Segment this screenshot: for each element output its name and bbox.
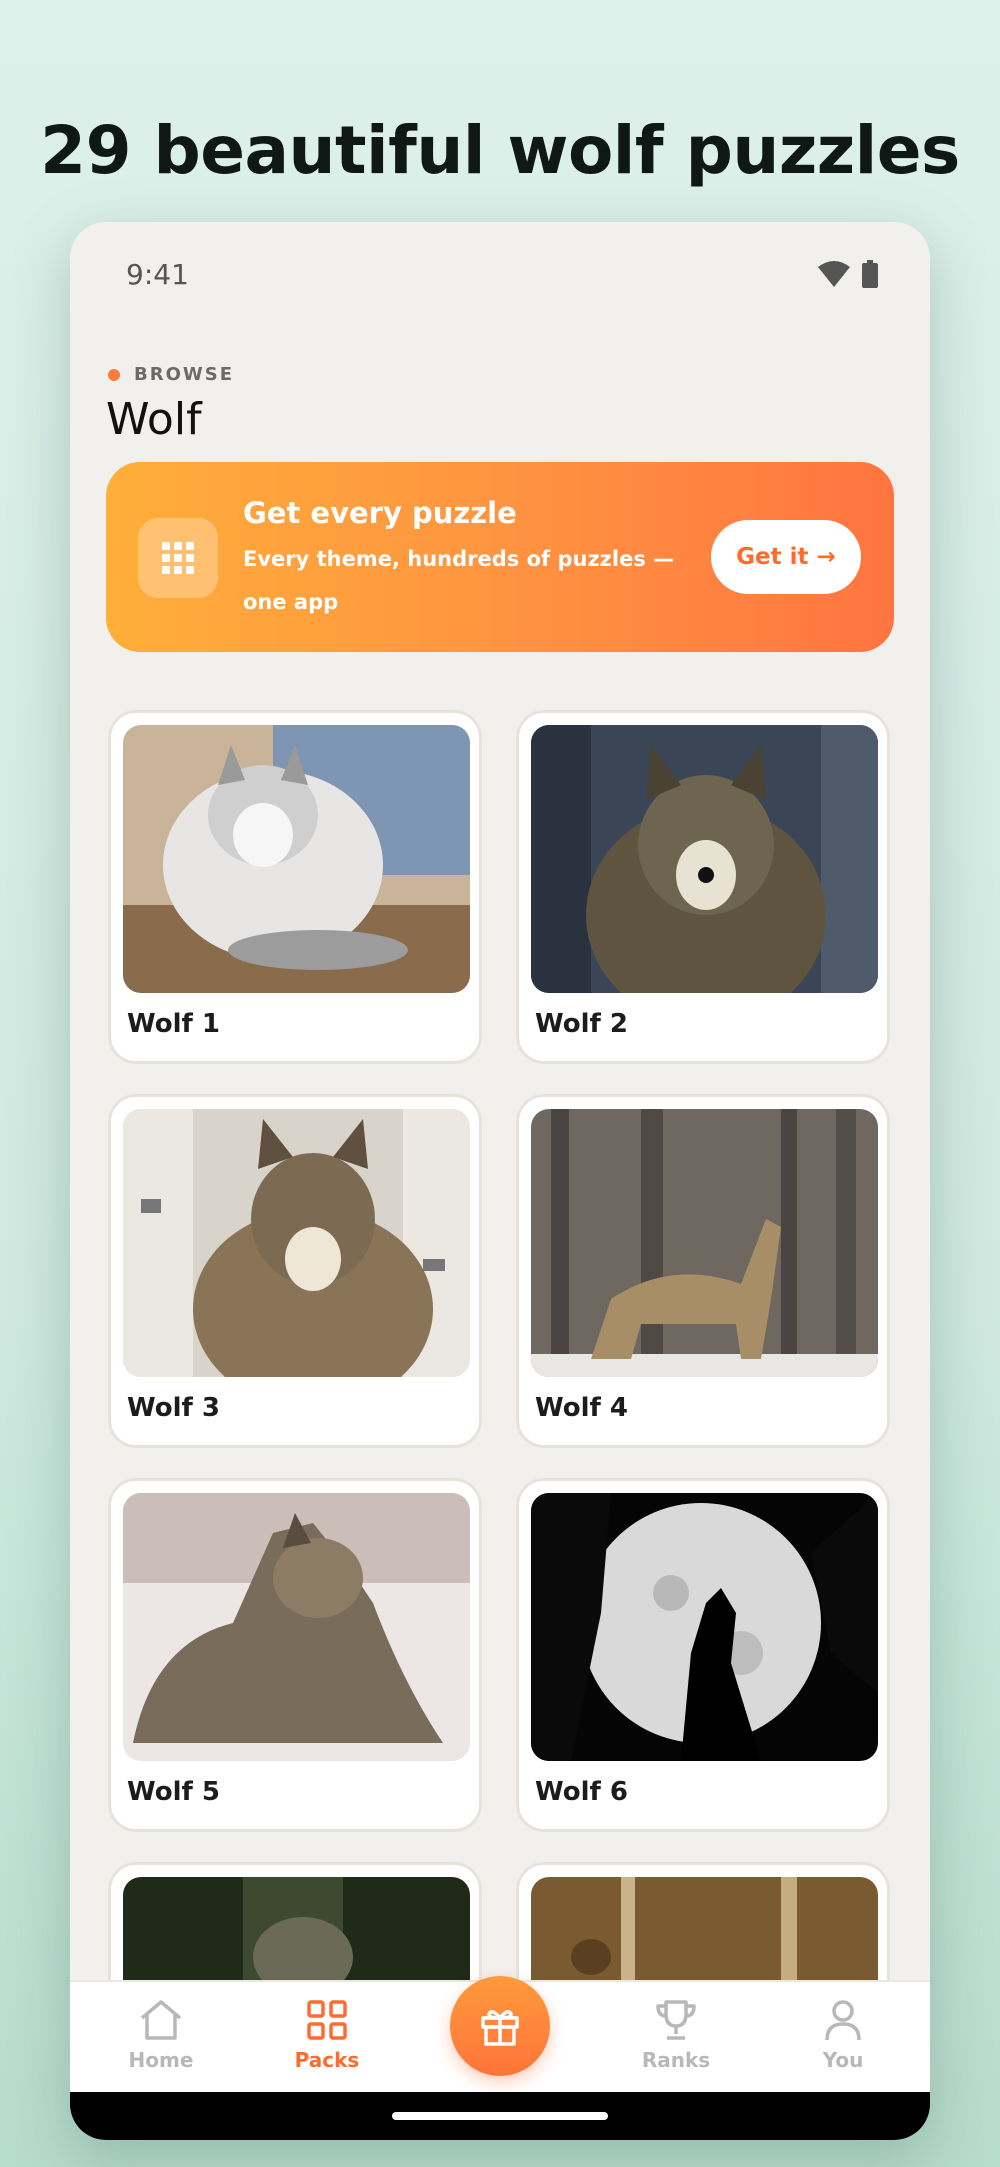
battery-icon (862, 260, 878, 288)
packs-icon (307, 2000, 347, 2040)
bottom-nav: Home Packs Ranks You (70, 1976, 930, 2092)
section-eyebrow: BROWSE (108, 364, 234, 385)
user-icon (825, 2000, 861, 2041)
gift-icon (481, 2010, 519, 2046)
gift-button[interactable] (450, 1976, 550, 2076)
home-indicator[interactable] (392, 2112, 608, 2120)
nav-home[interactable]: Home (96, 1998, 226, 2072)
puzzle-thumbnail (123, 725, 470, 993)
puzzle-card-wolf-1[interactable]: Wolf 1 (108, 710, 482, 1064)
puzzle-label: Wolf 2 (535, 1009, 628, 1039)
grid-icon (138, 518, 218, 598)
puzzle-card-wolf-2[interactable]: Wolf 2 (516, 710, 890, 1064)
puzzle-label: Wolf 5 (127, 1777, 220, 1807)
trophy-icon (656, 2000, 696, 2040)
puzzle-label: Wolf 1 (127, 1009, 220, 1039)
puzzle-card-wolf-4[interactable]: Wolf 4 (516, 1094, 890, 1448)
status-icons (818, 260, 878, 288)
puzzle-card-wolf-5[interactable]: Wolf 5 (108, 1478, 482, 1832)
nav-you-label: You (822, 2048, 864, 2072)
home-icon (140, 2000, 182, 2040)
nav-you[interactable]: You (778, 1998, 908, 2072)
puzzle-card-wolf-3[interactable]: Wolf 3 (108, 1094, 482, 1448)
puzzle-label: Wolf 6 (535, 1777, 628, 1807)
promo-banner[interactable]: Get every puzzle Every theme, hundreds o… (106, 462, 894, 652)
phone-screen: 9:41 BROWSE Wolf Get every puzzle Every … (70, 222, 930, 2140)
promo-subtitle: Every theme, hundreds of puzzles — one a… (243, 547, 675, 614)
eyebrow-dot (108, 368, 120, 381)
page-title: Wolf (106, 394, 202, 445)
eyebrow-label: BROWSE (134, 364, 234, 385)
headline: 29 beautiful wolf puzzles (40, 112, 960, 189)
puzzle-thumbnail (531, 1493, 878, 1761)
promo-title: Get every puzzle (243, 496, 517, 530)
wifi-icon (818, 261, 850, 287)
system-gesture-bar (70, 2092, 930, 2140)
puzzle-label: Wolf 3 (127, 1393, 220, 1423)
nav-packs[interactable]: Packs (262, 1998, 392, 2072)
puzzle-thumbnail (531, 1109, 878, 1377)
status-time: 9:41 (126, 258, 189, 291)
nav-home-label: Home (128, 2048, 194, 2072)
puzzle-thumbnail (123, 1493, 470, 1761)
nav-ranks[interactable]: Ranks (611, 1998, 741, 2072)
puzzle-label: Wolf 4 (535, 1393, 628, 1423)
get-it-label: Get it → (736, 544, 836, 570)
puzzle-thumbnail (531, 725, 878, 993)
nav-ranks-label: Ranks (641, 2048, 711, 2072)
get-it-button[interactable]: Get it → (711, 520, 861, 594)
puzzle-thumbnail (123, 1109, 470, 1377)
nav-packs-label: Packs (294, 2048, 360, 2072)
puzzle-card-wolf-6[interactable]: Wolf 6 (516, 1478, 890, 1832)
